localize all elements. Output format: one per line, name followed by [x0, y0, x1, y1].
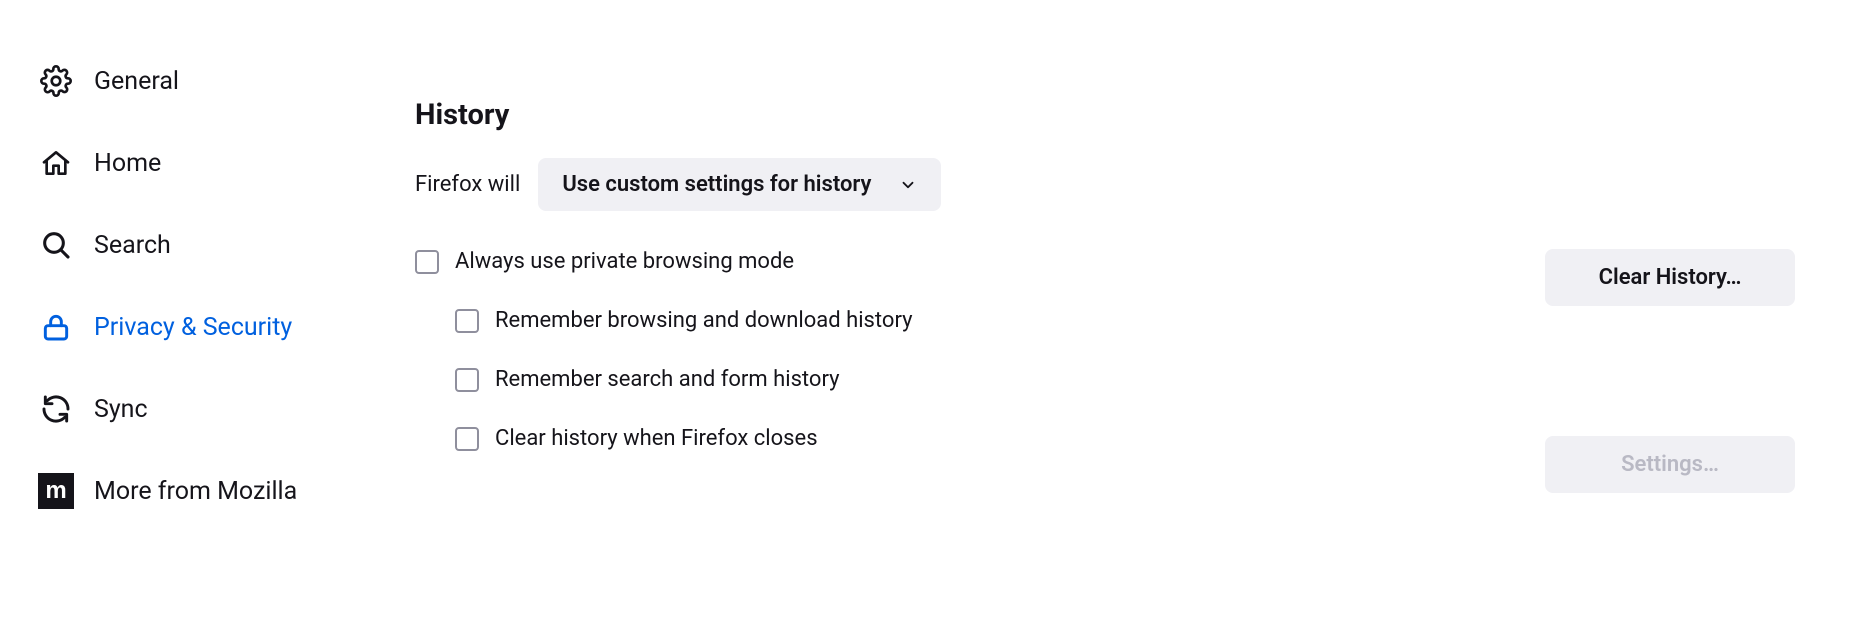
sidebar-item-label: Privacy & Security	[94, 313, 292, 342]
checkbox-clear-on-close[interactable]	[455, 427, 479, 451]
history-settings-button[interactable]: Settings…	[1545, 436, 1795, 493]
sidebar-item-label: More from Mozilla	[94, 477, 297, 506]
checkbox-label: Remember search and form history	[495, 367, 840, 392]
history-mode-row: Firefox will Use custom settings for his…	[415, 158, 1795, 211]
checkbox-row-clear-on-close[interactable]: Clear history when Firefox closes	[455, 426, 913, 451]
sync-icon	[38, 391, 74, 427]
checkbox-private-mode[interactable]	[415, 250, 439, 274]
search-icon	[38, 227, 74, 263]
history-mode-select-value: Use custom settings for history	[562, 172, 871, 197]
sidebar-item-home[interactable]: Home	[38, 122, 415, 204]
sidebar-item-more-from-mozilla[interactable]: m More from Mozilla	[38, 450, 415, 532]
home-icon	[38, 145, 74, 181]
history-buttons: Clear History… Settings…	[1545, 249, 1795, 493]
sidebar-item-label: General	[94, 67, 179, 96]
chevron-down-icon	[899, 176, 917, 194]
sidebar-item-label: Search	[94, 231, 171, 260]
checkbox-row-private-mode[interactable]: Always use private browsing mode	[415, 249, 913, 274]
checkbox-label: Always use private browsing mode	[455, 249, 794, 274]
sidebar-item-general[interactable]: General	[38, 40, 415, 122]
checkbox-row-remember-browsing[interactable]: Remember browsing and download history	[455, 308, 913, 333]
checkbox-remember-search[interactable]	[455, 368, 479, 392]
checkbox-label: Clear history when Firefox closes	[495, 426, 818, 451]
gear-icon	[38, 63, 74, 99]
history-lead-label: Firefox will	[415, 172, 520, 197]
sidebar-item-label: Sync	[94, 395, 148, 424]
sidebar: General Home Search Privacy & Security S…	[0, 0, 415, 628]
sidebar-item-search[interactable]: Search	[38, 204, 415, 286]
main-content: History Firefox will Use custom settings…	[415, 0, 1835, 628]
sidebar-item-privacy-security[interactable]: Privacy & Security	[38, 286, 415, 368]
history-options-list: Always use private browsing mode Remembe…	[415, 249, 913, 451]
sidebar-item-sync[interactable]: Sync	[38, 368, 415, 450]
checkbox-label: Remember browsing and download history	[495, 308, 913, 333]
clear-history-button[interactable]: Clear History…	[1545, 249, 1795, 306]
checkbox-remember-browsing[interactable]	[455, 309, 479, 333]
section-title-history: History	[415, 98, 1795, 132]
history-mode-select[interactable]: Use custom settings for history	[538, 158, 941, 211]
sidebar-item-label: Home	[94, 149, 161, 178]
mozilla-icon: m	[38, 473, 74, 509]
lock-icon	[38, 309, 74, 345]
checkbox-row-remember-search[interactable]: Remember search and form history	[455, 367, 913, 392]
